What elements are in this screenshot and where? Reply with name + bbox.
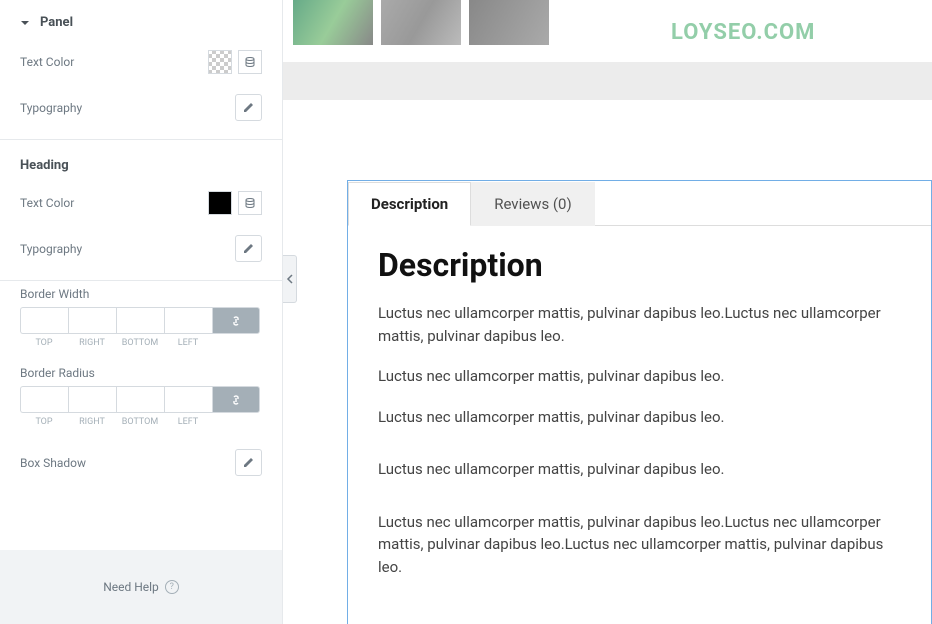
content-heading: Description [378,246,901,284]
need-help-link[interactable]: Need Help ? [0,550,282,624]
dim-right-label: RIGHT [68,417,116,427]
border-radius-label: Border Radius [20,366,262,380]
heading-edit-typography-button[interactable] [235,235,262,262]
box-shadow-label: Box Shadow [20,456,86,470]
content-paragraph: Luctus nec ullamcorper mattis, pulvinar … [378,302,901,347]
border-radius-top-input[interactable] [20,386,68,413]
caret-down-icon [20,18,30,28]
dim-right-label: RIGHT [68,338,116,348]
border-width-label: Border Width [20,287,262,301]
global-color-button[interactable] [238,50,262,74]
link-icon [229,393,243,407]
content-paragraph: Luctus nec ullamcorper mattis, pulvinar … [378,365,901,388]
border-width-top-input[interactable] [20,307,68,334]
preview-area: LOYSEO.COM Description Reviews (0) Descr… [283,0,932,624]
pencil-icon [242,242,255,255]
product-thumbnails [283,0,932,50]
heading-global-color-button[interactable] [238,191,262,215]
dim-left-label: LEFT [164,417,212,427]
tabs-row: Description Reviews (0) [348,181,931,226]
chevron-left-icon [286,273,294,285]
border-width-left-input[interactable] [164,307,212,334]
tab-reviews[interactable]: Reviews (0) [471,182,595,226]
dim-bottom-label: BOTTOM [116,338,164,348]
help-icon: ? [165,580,179,594]
pencil-icon [242,456,255,469]
content-paragraph: Luctus nec ullamcorper mattis, pulvinar … [378,511,901,579]
content-paragraph: Luctus nec ullamcorper mattis, pulvinar … [378,458,901,481]
database-icon [244,56,256,68]
dim-bottom-label: BOTTOM [116,417,164,427]
thumbnail-image[interactable] [469,0,549,45]
panel-title: Panel [40,15,73,30]
settings-sidebar: Panel Text Color Typography Heading Text… [0,0,283,624]
link-radius-button[interactable] [212,386,260,413]
dim-top-label: TOP [20,338,68,348]
border-width-bottom-input[interactable] [116,307,164,334]
box-shadow-control: Box Shadow [0,439,282,486]
typography-control: Typography [0,84,282,131]
typography-label: Typography [20,101,82,115]
tab-description[interactable]: Description [348,182,471,226]
border-radius-bottom-input[interactable] [116,386,164,413]
border-radius-control: Border Radius TOP RIGHT BOTTOM LEFT [0,360,282,427]
heading-color-swatch[interactable] [208,191,232,215]
edit-typography-button[interactable] [235,94,262,121]
border-width-control: Border Width TOP RIGHT BOTTOM LEFT [0,281,282,348]
text-color-swatch[interactable] [208,50,232,74]
content-paragraph: Luctus nec ullamcorper mattis, pulvinar … [378,406,901,429]
need-help-label: Need Help [103,580,159,594]
heading-text-color-label: Text Color [20,196,74,210]
database-icon [244,197,256,209]
edit-box-shadow-button[interactable] [235,449,262,476]
dim-left-label: LEFT [164,338,212,348]
watermark-text: LOYSEO.COM [671,20,815,45]
dim-top-label: TOP [20,417,68,427]
border-radius-right-input[interactable] [68,386,116,413]
pencil-icon [242,101,255,114]
heading-text-color-control: Text Color [0,181,282,225]
link-values-button[interactable] [212,307,260,334]
text-color-control: Text Color [0,40,282,84]
panel-section-header[interactable]: Panel [0,0,282,40]
product-tabs-widget: Description Reviews (0) Description Luct… [283,100,932,624]
heading-typography-label: Typography [20,242,82,256]
border-width-right-input[interactable] [68,307,116,334]
thumbnail-image[interactable] [293,0,373,45]
thumbnail-image[interactable] [381,0,461,45]
text-color-label: Text Color [20,55,74,69]
section-strip [283,62,932,100]
collapse-sidebar-button[interactable] [283,255,297,303]
heading-section-label: Heading [0,140,282,181]
border-radius-left-input[interactable] [164,386,212,413]
heading-typography-control: Typography [0,225,282,272]
link-icon [229,314,243,328]
tabs-container: Description Reviews (0) Description Luct… [347,180,932,624]
tab-content: Description Luctus nec ullamcorper matti… [348,226,931,624]
